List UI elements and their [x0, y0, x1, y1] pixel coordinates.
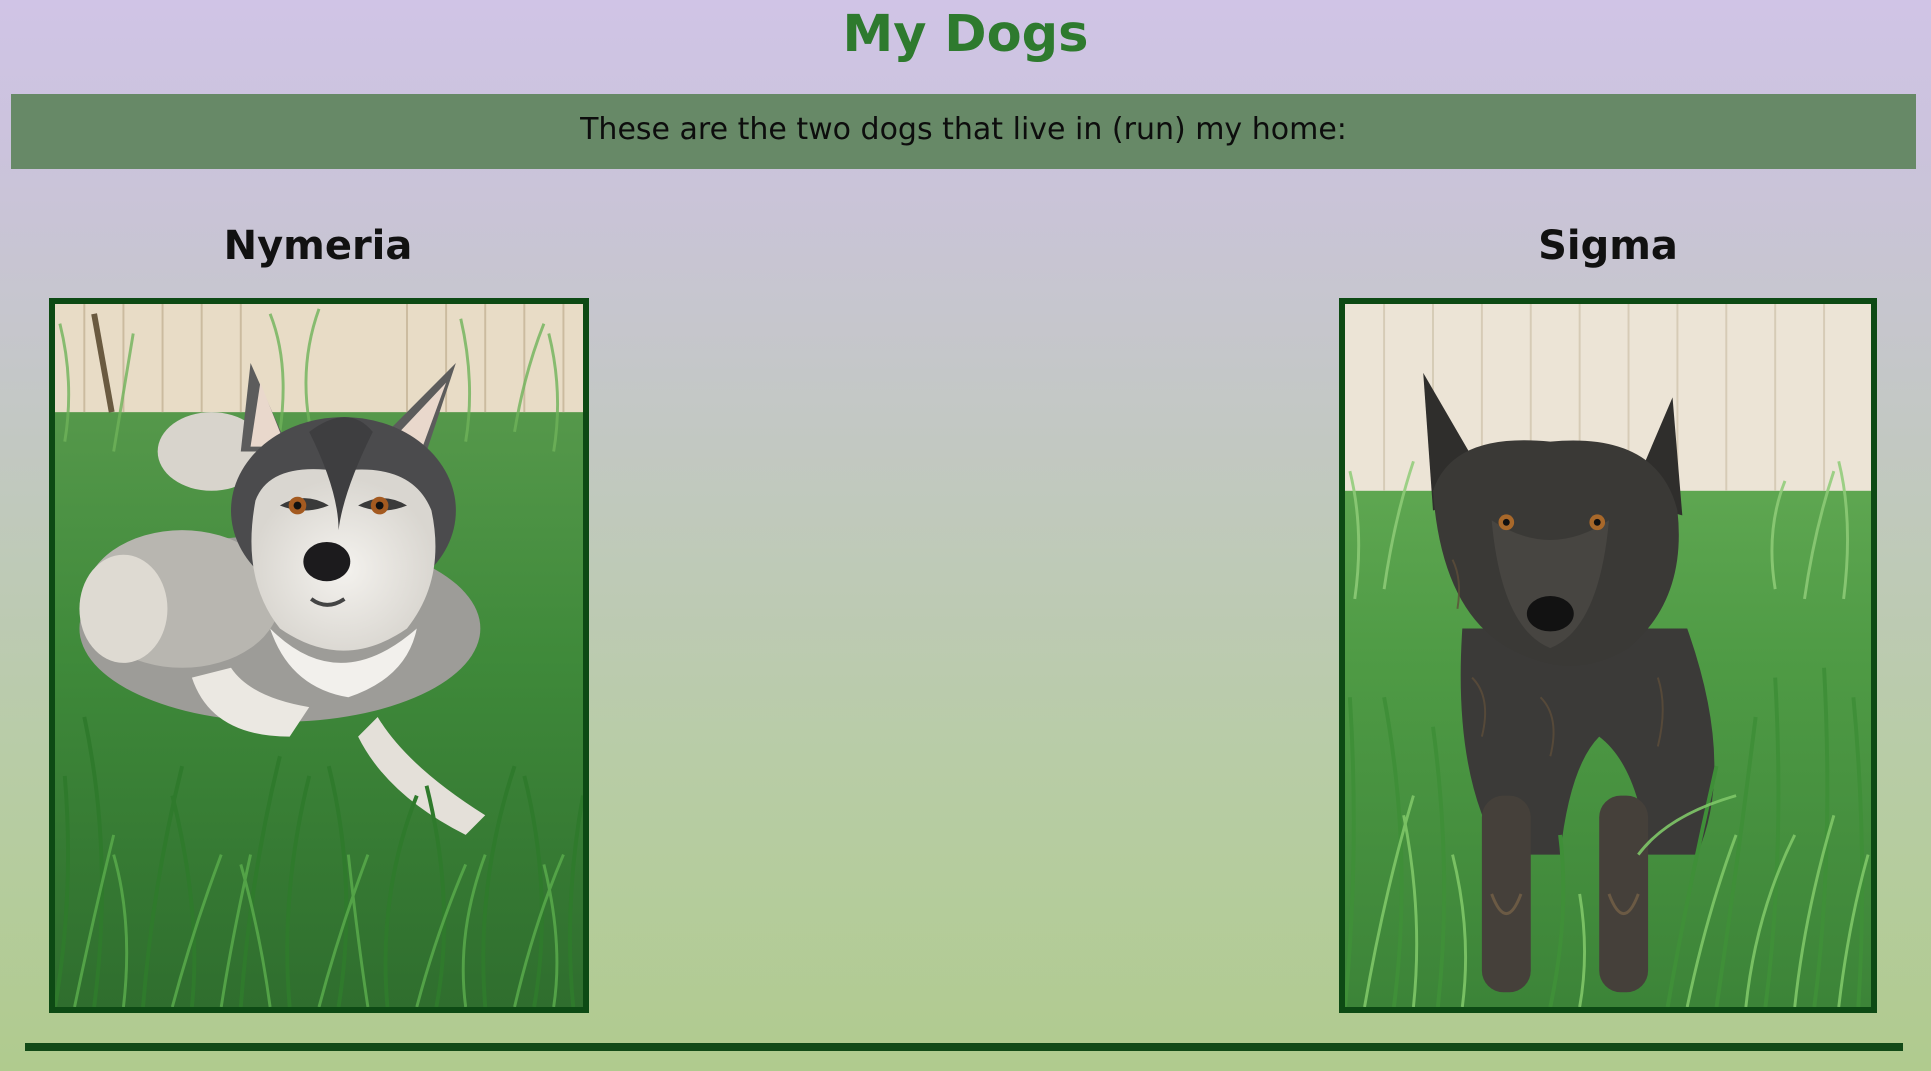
dog-name-sigma: Sigma: [1538, 223, 1678, 269]
black-shepherd-photo-illustration: [1345, 304, 1871, 1007]
intro-banner: These are the two dogs that live in (run…: [11, 94, 1916, 169]
footer-divider: [25, 1043, 1903, 1051]
dog-name-nymeria: Nymeria: [223, 223, 413, 269]
intro-text: These are the two dogs that live in (run…: [580, 112, 1347, 147]
husky-photo-illustration: [55, 304, 583, 1007]
nymeria-photo: [49, 298, 589, 1013]
page-title: My Dogs: [842, 5, 1089, 64]
sigma-photo: [1339, 298, 1877, 1013]
